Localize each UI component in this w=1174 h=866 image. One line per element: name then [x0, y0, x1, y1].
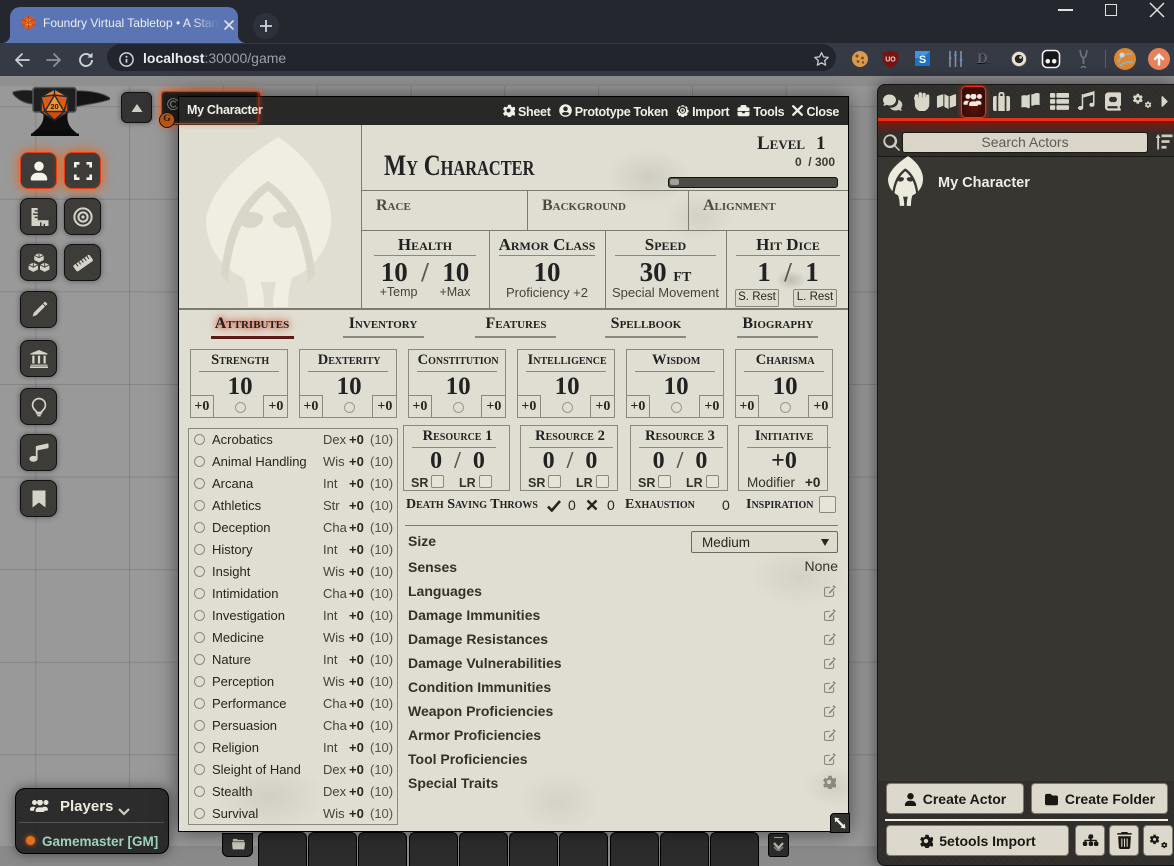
svg-text:20: 20: [50, 102, 58, 111]
svg-text:S: S: [919, 54, 926, 66]
svg-text:UO: UO: [885, 57, 896, 64]
